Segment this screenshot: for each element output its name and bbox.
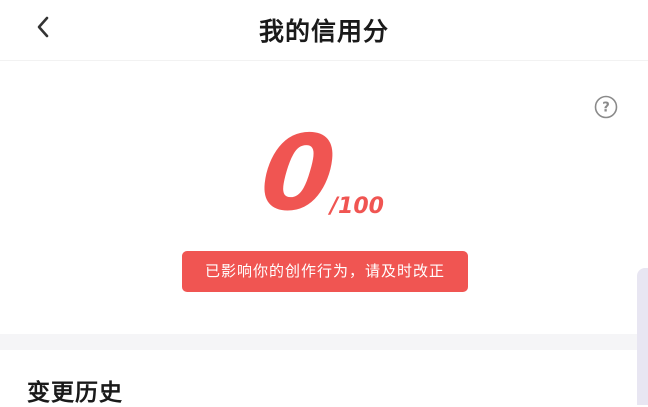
header-divider	[0, 60, 648, 61]
credit-score-total: /100	[330, 194, 384, 219]
credit-score-value: 0	[255, 112, 341, 234]
question-mark-glyph: ?	[602, 101, 610, 116]
page-title: 我的信用分	[258, 17, 389, 46]
question-circle-icon: ?	[594, 95, 618, 119]
warning-badge: 已影响你的创作行为，请及时改正	[182, 251, 468, 292]
nav-bar: 我的信用分	[0, 0, 648, 56]
credit-score-display: 0 /100	[0, 112, 648, 234]
scrollbar[interactable]	[637, 268, 648, 405]
history-section-title: 变更历史	[27, 380, 123, 406]
section-divider	[0, 334, 648, 350]
help-button[interactable]: ?	[594, 95, 618, 119]
